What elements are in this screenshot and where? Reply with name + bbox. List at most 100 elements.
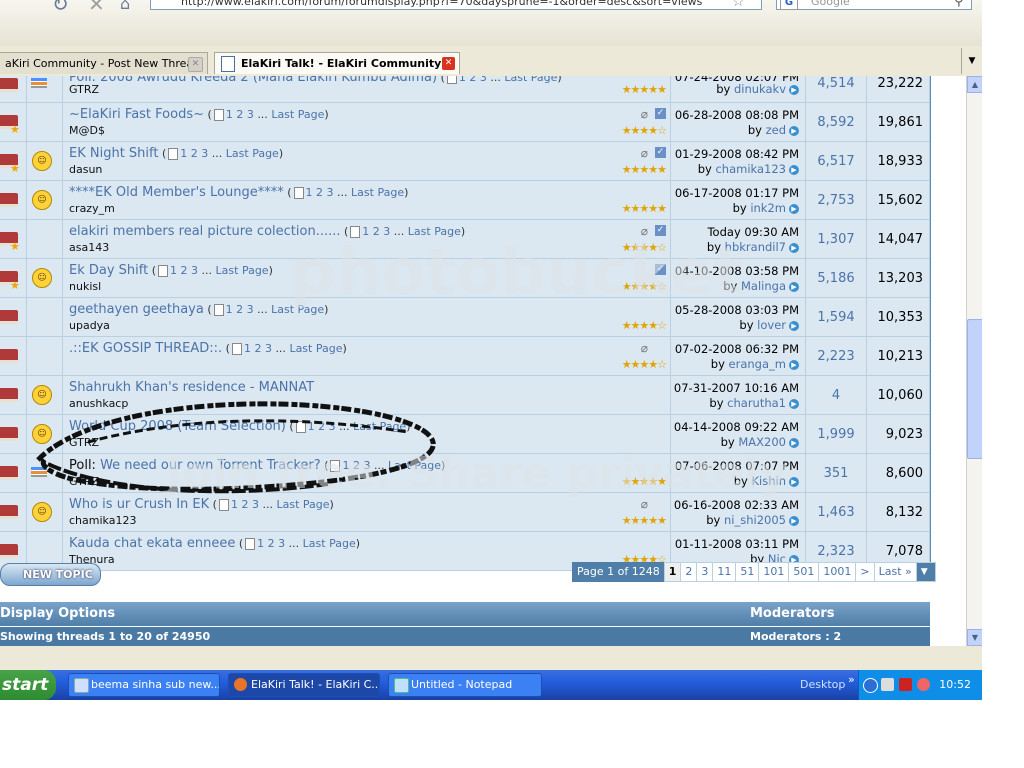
thread-title-link[interactable]: ****EK Old Member's Lounge**** xyxy=(69,185,284,200)
last-poster-link[interactable]: dinukakv xyxy=(734,82,786,96)
search-magnifier-icon[interactable]: ⚲ xyxy=(954,0,964,9)
thread-page-link[interactable]: 1 xyxy=(180,147,191,160)
go-to-last-post-icon[interactable]: ▶ xyxy=(789,84,799,95)
taskbar-item-beema[interactable]: beema sinha sub new... xyxy=(68,673,220,697)
thread-title-link[interactable]: Poll: 2008 Awrudu Kreeda 2 (Maha Elakiri… xyxy=(69,76,437,85)
thread-starter[interactable]: nukisl xyxy=(69,280,101,293)
thread-title-link[interactable]: Ek Day Shift xyxy=(69,263,148,278)
go-to-last-post-icon[interactable]: ▶ xyxy=(789,476,799,487)
thread-page-link[interactable]: 3 xyxy=(327,186,338,199)
tray-messenger-icon[interactable] xyxy=(917,678,930,691)
thread-page-link[interactable]: 2 xyxy=(254,342,265,355)
go-to-last-post-icon[interactable]: ▶ xyxy=(789,125,799,136)
thread-last-page-link[interactable]: Last Page xyxy=(504,76,557,84)
reply-count[interactable]: 1,307 xyxy=(806,232,866,247)
bookmark-star-icon[interactable]: ☆ xyxy=(732,0,745,10)
thread-starter[interactable]: upadya xyxy=(69,319,110,332)
thread-page-link[interactable]: 1 xyxy=(306,186,317,199)
thread-starter[interactable]: GTRZ xyxy=(69,436,99,449)
tab-list-icon[interactable]: ▼ xyxy=(961,48,982,74)
tray-antivirus-icon[interactable] xyxy=(899,678,912,691)
thread-title-link[interactable]: Kauda chat ekata enneee xyxy=(69,536,235,551)
go-to-last-post-icon[interactable]: ▶ xyxy=(789,164,799,175)
page-link[interactable]: Last » xyxy=(873,562,917,582)
thread-page-link[interactable]: 2 xyxy=(316,186,327,199)
thread-page-link[interactable]: 1 xyxy=(226,108,237,121)
thread-last-page-link[interactable]: Last Page xyxy=(271,108,324,121)
thread-starter[interactable]: chamika123 xyxy=(69,514,136,527)
thread-last-page-link[interactable]: Last Page xyxy=(226,147,279,160)
thread-page-link[interactable]: 3 xyxy=(480,76,491,84)
reply-count[interactable]: 1,999 xyxy=(806,427,866,442)
thread-starter[interactable]: GTRZ xyxy=(69,475,99,488)
thread-page-link[interactable]: 2 xyxy=(469,76,480,84)
display-options-title[interactable]: Display Options xyxy=(0,606,115,621)
address-bar[interactable]: http://www.elakiri.com/forum/forumdispla… xyxy=(150,0,762,10)
thread-last-page-link[interactable]: Last Page xyxy=(289,342,342,355)
thread-title-link[interactable]: elakiri members real picture colection..… xyxy=(69,224,341,239)
thread-page-link[interactable]: 2 xyxy=(191,147,202,160)
go-to-last-post-icon[interactable]: ▶ xyxy=(789,359,799,370)
thread-starter[interactable]: dasun xyxy=(69,163,102,176)
page-link[interactable]: 101 xyxy=(758,562,790,582)
thread-page-link[interactable]: 1 xyxy=(226,303,237,316)
reply-count[interactable]: 351 xyxy=(806,466,866,481)
reply-count[interactable]: 8,592 xyxy=(806,115,866,130)
thread-page-link[interactable]: 2 xyxy=(241,498,252,511)
last-poster-link[interactable]: eranga_m xyxy=(729,357,786,371)
scroll-down-icon[interactable]: ▼ xyxy=(967,629,982,646)
thread-page-link[interactable]: 1 xyxy=(170,264,181,277)
taskbar-item-firefox[interactable]: ElaKiri Talk! - ElaKiri C... xyxy=(228,673,380,697)
thread-page-link[interactable]: 2 xyxy=(268,537,279,550)
reply-count[interactable]: 1,594 xyxy=(806,310,866,325)
last-poster-link[interactable]: ink2m xyxy=(750,201,786,215)
page-link[interactable]: 501 xyxy=(788,562,820,582)
vertical-scrollbar[interactable]: ▲ ▼ xyxy=(966,76,982,646)
go-to-last-post-icon[interactable]: ▶ xyxy=(789,281,799,292)
thread-page-link[interactable]: 3 xyxy=(265,342,276,355)
thread-page-link[interactable]: 2 xyxy=(373,225,384,238)
tray-network-icon[interactable] xyxy=(881,678,894,691)
toolbar-expand-icon[interactable]: » xyxy=(848,673,855,686)
thread-last-page-link[interactable]: Last Page xyxy=(388,459,441,472)
page-link[interactable]: 51 xyxy=(735,562,760,582)
search-input[interactable]: Google xyxy=(776,0,972,10)
thread-last-page-link[interactable]: Last Page xyxy=(216,264,269,277)
reply-count[interactable]: 6,517 xyxy=(806,154,866,169)
last-poster-link[interactable]: charutha1 xyxy=(727,396,786,410)
thread-starter[interactable]: M@D$ xyxy=(69,124,105,137)
thread-page-link[interactable]: 3 xyxy=(247,303,258,316)
thread-title-link[interactable]: Shahrukh Khan's residence - MANNAT xyxy=(69,380,314,395)
last-poster-link[interactable]: hbkrandil7 xyxy=(725,240,786,254)
taskbar-item-notepad[interactable]: Untitled - Notepad xyxy=(388,673,542,697)
page-link[interactable]: 2 xyxy=(680,562,698,582)
page-link[interactable]: 11 xyxy=(712,562,737,582)
reply-count[interactable]: 5,186 xyxy=(806,271,866,286)
reply-count[interactable]: 2,223 xyxy=(806,349,866,364)
thread-title-link[interactable]: Who is ur Crush In EK xyxy=(69,497,209,512)
thread-page-link[interactable]: 1 xyxy=(362,225,373,238)
page-jump-icon[interactable]: ▼ xyxy=(915,562,936,582)
thread-starter[interactable]: anushkacp xyxy=(69,397,128,410)
thread-page-link[interactable]: 3 xyxy=(363,459,374,472)
thread-title-link[interactable]: World Cup 2008 (Team Selection) xyxy=(69,419,286,434)
go-to-last-post-icon[interactable]: ▶ xyxy=(789,203,799,214)
thread-page-link[interactable]: 1 xyxy=(244,342,255,355)
thread-page-link[interactable]: 2 xyxy=(236,303,247,316)
last-poster-link[interactable]: Malinga xyxy=(741,279,786,293)
thread-starter[interactable]: crazy_m xyxy=(69,202,115,215)
start-button[interactable]: start xyxy=(0,670,56,700)
scroll-up-icon[interactable]: ▲ xyxy=(967,76,982,93)
page-link[interactable]: 3 xyxy=(696,562,714,582)
home-icon[interactable]: ⌂ xyxy=(120,0,130,13)
search-engine-icon[interactable]: G xyxy=(780,0,798,10)
go-to-last-post-icon[interactable]: ▶ xyxy=(789,320,799,331)
last-poster-link[interactable]: Kishin xyxy=(752,474,787,488)
thread-title-link[interactable]: geethayen geethaya xyxy=(69,302,204,317)
last-poster-link[interactable]: MAX200 xyxy=(738,435,786,449)
thread-title-link[interactable]: ~ElaKiri Fast Foods~ xyxy=(69,107,204,122)
thread-page-link[interactable]: 1 xyxy=(342,459,353,472)
go-to-last-post-icon[interactable]: ▶ xyxy=(789,515,799,526)
new-topic-button[interactable]: NEW TOPIC xyxy=(0,563,101,586)
reply-count[interactable]: 4,514 xyxy=(806,76,866,91)
